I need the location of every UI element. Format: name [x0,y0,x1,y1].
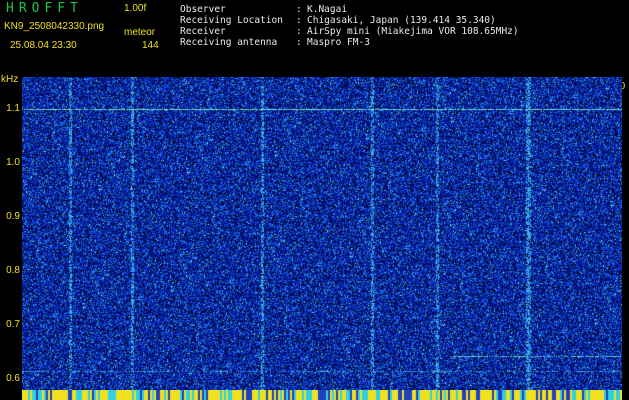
y-tick-label: 0.6 [6,373,20,385]
header-value: Maspro FM-3 [307,37,370,48]
hrofft-screen: HROFFT 1.00f KN9_2508042330.png meteor 2… [0,0,629,400]
y-tick-label: 0.9 [6,211,20,223]
y-axis-unit: kHz [1,74,19,85]
header-key: Observer [180,4,226,15]
y-tick-label: 0.8 [6,265,20,277]
y-tick-label: 1.0 [6,157,20,169]
app-version: 1.00f [124,3,147,14]
y-tick-label: 0.7 [6,319,20,331]
capture-datetime: 25.08.04 23:30 [10,40,77,51]
header-key: Receiver [180,26,226,37]
header-values: K.Nagai Chigasaki, Japan (139.414 35.340… [307,4,519,48]
spectrogram-canvas [22,77,622,390]
header-key: Receiving Location [180,15,283,26]
y-tick-label: 1.1 [6,103,20,115]
detection-count: 144 [142,40,159,51]
header-key: Receiving antenna [180,37,278,48]
signal-level-strip [22,390,622,400]
file-name: KN9_2508042330.png [4,21,105,32]
header-separators: :::: [296,4,302,48]
header-value: Chigasaki, Japan (139.414 35.340) [307,15,496,26]
app-title: HROFFT [6,1,83,16]
mode-label: meteor [124,27,156,38]
header-value: K.Nagai [307,4,348,15]
header-keys: Observer Receiving Location Receiver Rec… [180,4,283,48]
spectrogram-plot[interactable] [22,77,622,390]
header-value: AirSpy mini (Miakejima VOR 108.65MHz) [307,26,519,37]
